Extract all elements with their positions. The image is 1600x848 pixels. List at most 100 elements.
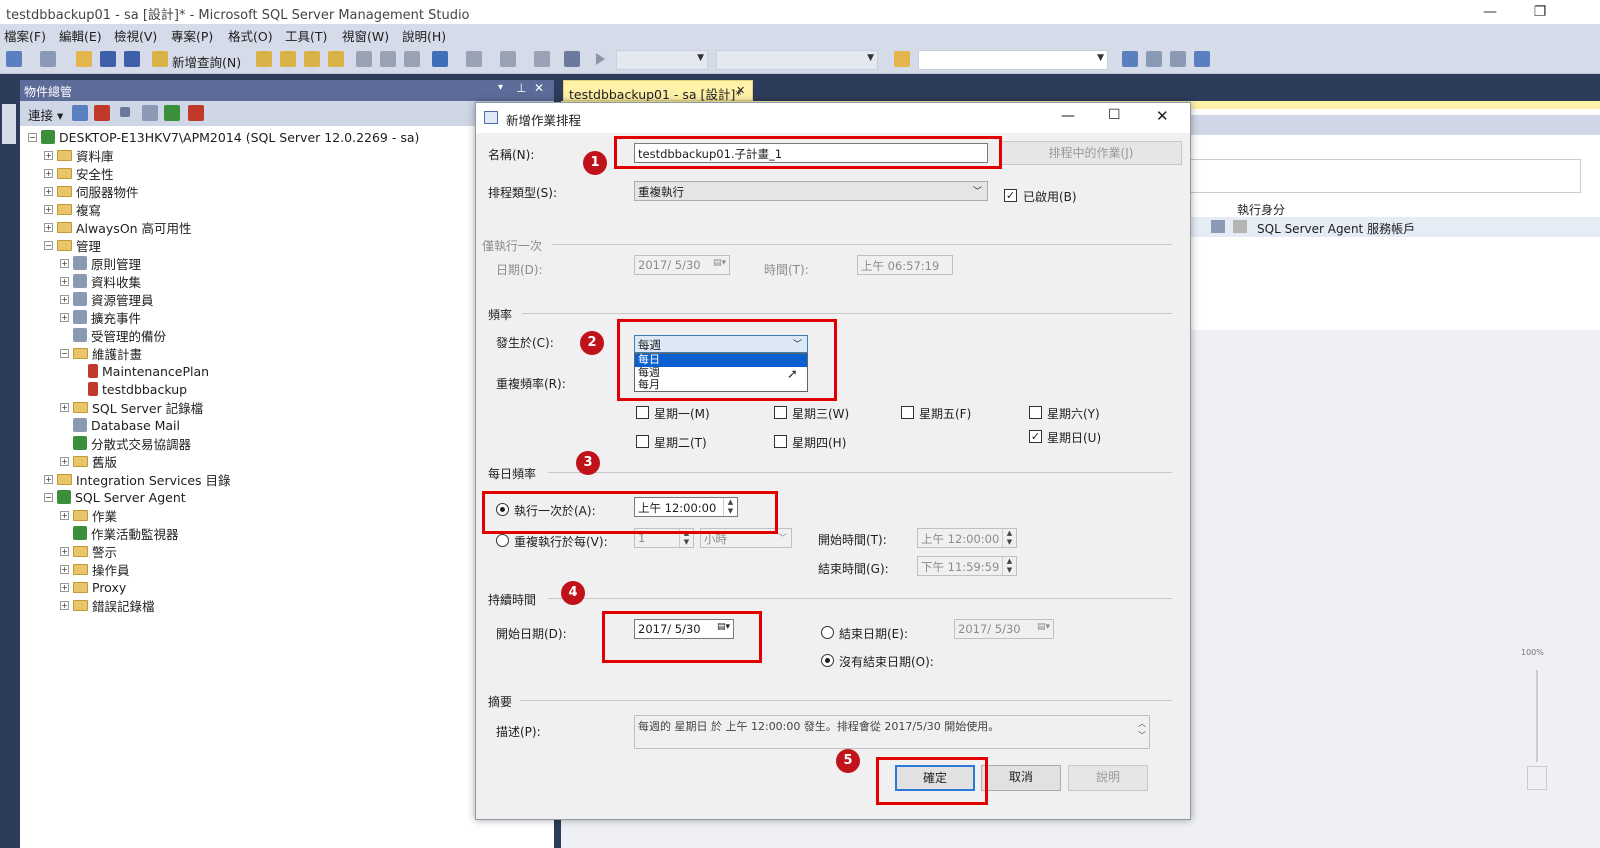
menu-help[interactable]: 說明(H)	[400, 26, 448, 45]
grid-row[interactable]: SQL Server Agent 服務帳戶	[1181, 217, 1600, 237]
cut-icon[interactable]	[356, 51, 372, 67]
end-date-picker[interactable]: 2017/ 5/30 ▤▾	[954, 619, 1054, 639]
toolbox-strip[interactable]	[0, 74, 20, 848]
dialog-maximize-button[interactable]: ☐	[1108, 107, 1121, 123]
toolbox-icon[interactable]	[1194, 51, 1210, 67]
saturday-checkbox[interactable]	[1029, 406, 1042, 419]
restore-button[interactable]: ❐	[1520, 2, 1560, 22]
tree-integration-services[interactable]: + Integration Services 目錄	[44, 470, 231, 488]
cancel-button[interactable]: 取消	[981, 765, 1061, 791]
connect-icon[interactable]	[72, 105, 88, 121]
document-tab[interactable]: testdbbackup01 - sa [設計]* ✕	[563, 80, 753, 102]
zoom-slider[interactable]	[1536, 670, 1538, 762]
xmla-query-icon[interactable]	[328, 51, 344, 67]
tree-management[interactable]: − 管理	[44, 236, 101, 254]
tree-extended-events[interactable]: + 擴充事件	[60, 308, 141, 326]
description-textbox[interactable]: 每週的 星期日 於 上午 12:00:00 發生。排程會從 2017/5/30 …	[634, 715, 1150, 749]
thursday-checkbox[interactable]	[774, 435, 787, 448]
tree-testdbbackup[interactable]: testdbbackup	[88, 380, 187, 398]
sunday-checkbox[interactable]: ✓	[1029, 430, 1042, 443]
tree-error-logs[interactable]: + 錯誤記錄檔	[60, 596, 155, 614]
tree-server-objects[interactable]: + 伺服器物件	[44, 182, 139, 200]
filter-icon[interactable]	[142, 105, 158, 121]
navigate-forward-icon[interactable]	[534, 51, 550, 67]
execute-icon[interactable]	[596, 53, 605, 65]
start-time-input[interactable]: 上午 12:00:00 ▲ ▼	[917, 528, 1017, 548]
undo-icon[interactable]	[432, 51, 448, 67]
friday-checkbox[interactable]	[901, 406, 914, 419]
tree-legacy[interactable]: + 舊版	[60, 452, 117, 470]
new-query-button[interactable]: 新增查詢(N)	[172, 52, 241, 71]
tree-databases[interactable]: + 資料庫	[44, 146, 114, 164]
tree-sql-agent[interactable]: − SQL Server Agent	[44, 488, 186, 506]
tree-database-mail[interactable]: Database Mail	[73, 416, 180, 434]
add-item-icon[interactable]	[40, 51, 56, 67]
tree-alerts[interactable]: + 警示	[60, 542, 117, 560]
tab-close-icon[interactable]: ✕	[736, 84, 745, 97]
one-time-time-input[interactable]: 上午 06:57:19	[857, 255, 953, 275]
tree-operators[interactable]: + 操作員	[60, 560, 130, 578]
find-in-files-icon[interactable]	[894, 51, 910, 67]
one-time-date-picker[interactable]: 2017/ 5/30 ▤▾	[634, 255, 730, 275]
solution-config-combo[interactable]: ▼	[616, 50, 708, 70]
activity-monitor-icon[interactable]	[188, 105, 204, 121]
navigate-back-icon[interactable]	[500, 51, 516, 67]
report-icon[interactable]	[564, 51, 580, 67]
tree-dtc[interactable]: 分散式交易協調器	[73, 434, 191, 452]
paste-icon[interactable]	[404, 51, 420, 67]
menu-view[interactable]: 檢視(V)	[112, 26, 159, 45]
menu-window[interactable]: 視窗(W)	[340, 26, 391, 45]
minimize-button[interactable]: —	[1470, 2, 1510, 22]
refresh-icon[interactable]	[164, 105, 180, 121]
copy-icon[interactable]	[380, 51, 396, 67]
dialog-minimize-button[interactable]: —	[1061, 108, 1075, 124]
connect-button[interactable]: 連接 ▾	[28, 105, 63, 124]
designer-textbox[interactable]	[1181, 159, 1581, 193]
grid-remove-icon[interactable]	[1233, 220, 1247, 233]
tree-maintenance-plans[interactable]: − 維護計畫	[60, 344, 142, 362]
tree-jobs[interactable]: + 作業	[60, 506, 117, 524]
tree-resource-governor[interactable]: + 資源管理員	[60, 290, 154, 308]
tree-managed-backup[interactable]: 受管理的備份	[73, 326, 166, 344]
schedule-type-select[interactable]: 重複執行 ﹀	[634, 181, 988, 201]
dialog-close-button[interactable]: ✕	[1156, 107, 1169, 125]
disconnect-icon[interactable]	[94, 105, 110, 121]
tree-policy-management[interactable]: + 原則管理	[60, 254, 141, 272]
help-button[interactable]: 說明	[1068, 765, 1148, 791]
end-time-input[interactable]: 下午 11:59:59 ▲ ▼	[917, 556, 1017, 576]
tree-alwayson[interactable]: + AlwaysOn 高可用性	[44, 218, 192, 236]
properties-icon[interactable]	[1170, 51, 1186, 67]
platform-combo[interactable]: ▼	[716, 50, 878, 70]
dmx-query-icon[interactable]	[304, 51, 320, 67]
tree-sql-logs[interactable]: + SQL Server 記錄檔	[60, 398, 203, 416]
new-query-icon[interactable]	[152, 51, 168, 67]
find-combo[interactable]: ▼	[918, 50, 1108, 70]
menu-file[interactable]: 檔案(F)	[2, 26, 48, 45]
save-icon[interactable]	[100, 51, 116, 67]
save-all-icon[interactable]	[124, 51, 140, 67]
tree-security[interactable]: + 安全性	[44, 164, 114, 182]
db-query-icon[interactable]	[256, 51, 272, 67]
menu-edit[interactable]: 編輯(E)	[57, 26, 104, 45]
jobs-in-schedule-button[interactable]: 排程中的作業(J)	[1000, 141, 1182, 165]
no-end-date-radio[interactable]	[821, 654, 834, 667]
tree-job-activity-monitor[interactable]: 作業活動監視器	[73, 524, 179, 542]
enabled-checkbox[interactable]: ✓	[1004, 189, 1017, 202]
tree-maintenanceplan[interactable]: MaintenancePlan	[88, 362, 209, 380]
object-explorer-icon[interactable]	[1122, 51, 1138, 67]
tree-server[interactable]: − DESKTOP-E13HKV7\APM2014 (SQL Server 12.…	[28, 128, 419, 146]
redo-icon[interactable]	[466, 51, 482, 67]
monday-checkbox[interactable]	[636, 406, 649, 419]
panel-close-icon[interactable]: ✕	[534, 81, 544, 95]
stop-icon[interactable]	[120, 107, 130, 117]
panel-dropdown-icon[interactable]: ▾	[498, 82, 503, 93]
mdx-query-icon[interactable]	[280, 51, 296, 67]
pin-icon[interactable]: ⊥	[516, 81, 526, 95]
menu-format[interactable]: 格式(O)	[226, 26, 275, 45]
occurs-every-radio[interactable]	[496, 534, 509, 547]
tree-replication[interactable]: + 複寫	[44, 200, 101, 218]
wednesday-checkbox[interactable]	[774, 406, 787, 419]
tuesday-checkbox[interactable]	[636, 435, 649, 448]
open-icon[interactable]	[76, 51, 92, 67]
tree-data-collection[interactable]: + 資料收集	[60, 272, 141, 290]
